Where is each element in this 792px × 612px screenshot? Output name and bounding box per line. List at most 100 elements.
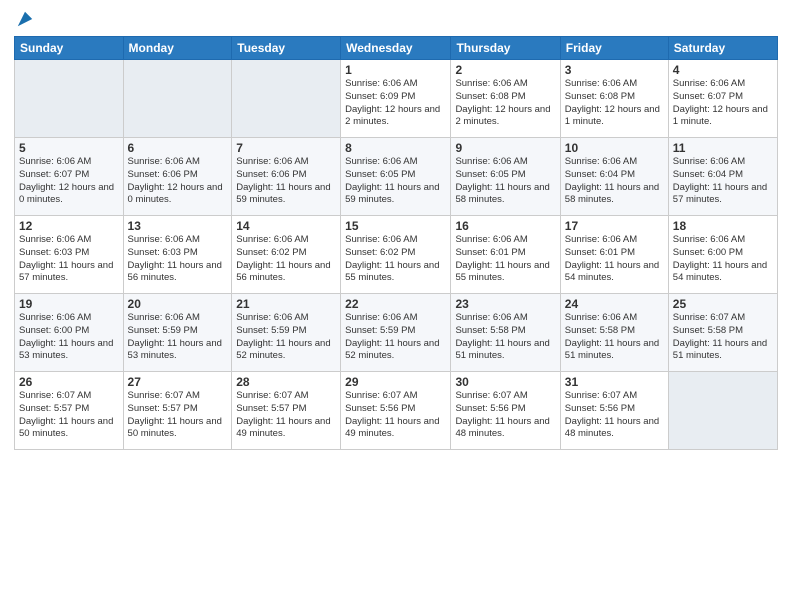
week-row-3: 19Sunrise: 6:06 AM Sunset: 6:00 PM Dayli… (15, 294, 778, 372)
day-cell: 20Sunrise: 6:06 AM Sunset: 5:59 PM Dayli… (123, 294, 232, 372)
day-cell: 6Sunrise: 6:06 AM Sunset: 6:06 PM Daylig… (123, 138, 232, 216)
day-info: Sunrise: 6:06 AM Sunset: 6:01 PM Dayligh… (455, 234, 555, 285)
day-number: 14 (236, 219, 336, 233)
day-number: 4 (673, 63, 773, 77)
day-info: Sunrise: 6:06 AM Sunset: 5:59 PM Dayligh… (128, 312, 228, 363)
day-info: Sunrise: 6:06 AM Sunset: 5:58 PM Dayligh… (565, 312, 664, 363)
day-cell: 17Sunrise: 6:06 AM Sunset: 6:01 PM Dayli… (560, 216, 668, 294)
day-cell: 31Sunrise: 6:07 AM Sunset: 5:56 PM Dayli… (560, 372, 668, 450)
day-cell: 23Sunrise: 6:06 AM Sunset: 5:58 PM Dayli… (451, 294, 560, 372)
day-number: 21 (236, 297, 336, 311)
day-cell: 7Sunrise: 6:06 AM Sunset: 6:06 PM Daylig… (232, 138, 341, 216)
weekday-header-tuesday: Tuesday (232, 37, 341, 60)
day-info: Sunrise: 6:06 AM Sunset: 6:02 PM Dayligh… (345, 234, 446, 285)
day-info: Sunrise: 6:06 AM Sunset: 6:00 PM Dayligh… (673, 234, 773, 285)
day-info: Sunrise: 6:06 AM Sunset: 6:07 PM Dayligh… (673, 78, 773, 129)
weekday-header-friday: Friday (560, 37, 668, 60)
weekday-header-wednesday: Wednesday (341, 37, 451, 60)
day-cell: 24Sunrise: 6:06 AM Sunset: 5:58 PM Dayli… (560, 294, 668, 372)
day-number: 6 (128, 141, 228, 155)
day-cell: 18Sunrise: 6:06 AM Sunset: 6:00 PM Dayli… (668, 216, 777, 294)
weekday-header-thursday: Thursday (451, 37, 560, 60)
day-number: 26 (19, 375, 119, 389)
day-info: Sunrise: 6:07 AM Sunset: 5:56 PM Dayligh… (345, 390, 446, 441)
day-cell: 19Sunrise: 6:06 AM Sunset: 6:00 PM Dayli… (15, 294, 124, 372)
day-cell: 5Sunrise: 6:06 AM Sunset: 6:07 PM Daylig… (15, 138, 124, 216)
day-cell (123, 60, 232, 138)
day-cell: 4Sunrise: 6:06 AM Sunset: 6:07 PM Daylig… (668, 60, 777, 138)
day-cell: 10Sunrise: 6:06 AM Sunset: 6:04 PM Dayli… (560, 138, 668, 216)
week-row-0: 1Sunrise: 6:06 AM Sunset: 6:09 PM Daylig… (15, 60, 778, 138)
day-info: Sunrise: 6:06 AM Sunset: 6:06 PM Dayligh… (236, 156, 336, 207)
day-info: Sunrise: 6:06 AM Sunset: 6:05 PM Dayligh… (455, 156, 555, 207)
day-number: 8 (345, 141, 446, 155)
day-number: 20 (128, 297, 228, 311)
day-cell: 8Sunrise: 6:06 AM Sunset: 6:05 PM Daylig… (341, 138, 451, 216)
day-number: 30 (455, 375, 555, 389)
day-info: Sunrise: 6:06 AM Sunset: 6:01 PM Dayligh… (565, 234, 664, 285)
day-cell (15, 60, 124, 138)
day-cell: 30Sunrise: 6:07 AM Sunset: 5:56 PM Dayli… (451, 372, 560, 450)
day-number: 1 (345, 63, 446, 77)
day-number: 28 (236, 375, 336, 389)
day-number: 15 (345, 219, 446, 233)
day-info: Sunrise: 6:07 AM Sunset: 5:57 PM Dayligh… (128, 390, 228, 441)
day-info: Sunrise: 6:06 AM Sunset: 6:09 PM Dayligh… (345, 78, 446, 129)
day-number: 2 (455, 63, 555, 77)
day-info: Sunrise: 6:07 AM Sunset: 5:56 PM Dayligh… (455, 390, 555, 441)
weekday-header-saturday: Saturday (668, 37, 777, 60)
day-cell: 12Sunrise: 6:06 AM Sunset: 6:03 PM Dayli… (15, 216, 124, 294)
day-number: 16 (455, 219, 555, 233)
day-cell: 14Sunrise: 6:06 AM Sunset: 6:02 PM Dayli… (232, 216, 341, 294)
day-info: Sunrise: 6:06 AM Sunset: 5:59 PM Dayligh… (345, 312, 446, 363)
day-cell: 22Sunrise: 6:06 AM Sunset: 5:59 PM Dayli… (341, 294, 451, 372)
day-cell: 15Sunrise: 6:06 AM Sunset: 6:02 PM Dayli… (341, 216, 451, 294)
day-cell: 2Sunrise: 6:06 AM Sunset: 6:08 PM Daylig… (451, 60, 560, 138)
logo-icon (16, 10, 34, 28)
day-cell: 13Sunrise: 6:06 AM Sunset: 6:03 PM Dayli… (123, 216, 232, 294)
day-number: 13 (128, 219, 228, 233)
day-cell: 9Sunrise: 6:06 AM Sunset: 6:05 PM Daylig… (451, 138, 560, 216)
day-info: Sunrise: 6:06 AM Sunset: 5:59 PM Dayligh… (236, 312, 336, 363)
day-number: 11 (673, 141, 773, 155)
day-info: Sunrise: 6:07 AM Sunset: 5:58 PM Dayligh… (673, 312, 773, 363)
day-number: 29 (345, 375, 446, 389)
day-number: 27 (128, 375, 228, 389)
weekday-header-monday: Monday (123, 37, 232, 60)
day-number: 25 (673, 297, 773, 311)
week-row-4: 26Sunrise: 6:07 AM Sunset: 5:57 PM Dayli… (15, 372, 778, 450)
day-number: 22 (345, 297, 446, 311)
weekday-header-sunday: Sunday (15, 37, 124, 60)
day-number: 5 (19, 141, 119, 155)
day-number: 24 (565, 297, 664, 311)
day-info: Sunrise: 6:06 AM Sunset: 6:04 PM Dayligh… (565, 156, 664, 207)
day-info: Sunrise: 6:06 AM Sunset: 6:00 PM Dayligh… (19, 312, 119, 363)
day-number: 12 (19, 219, 119, 233)
day-number: 10 (565, 141, 664, 155)
day-info: Sunrise: 6:06 AM Sunset: 5:58 PM Dayligh… (455, 312, 555, 363)
day-cell (668, 372, 777, 450)
day-cell: 3Sunrise: 6:06 AM Sunset: 6:08 PM Daylig… (560, 60, 668, 138)
day-info: Sunrise: 6:06 AM Sunset: 6:05 PM Dayligh… (345, 156, 446, 207)
day-info: Sunrise: 6:06 AM Sunset: 6:06 PM Dayligh… (128, 156, 228, 207)
day-info: Sunrise: 6:07 AM Sunset: 5:57 PM Dayligh… (19, 390, 119, 441)
day-number: 19 (19, 297, 119, 311)
day-number: 18 (673, 219, 773, 233)
day-number: 31 (565, 375, 664, 389)
day-info: Sunrise: 6:06 AM Sunset: 6:03 PM Dayligh… (19, 234, 119, 285)
day-info: Sunrise: 6:06 AM Sunset: 6:08 PM Dayligh… (455, 78, 555, 129)
day-cell: 28Sunrise: 6:07 AM Sunset: 5:57 PM Dayli… (232, 372, 341, 450)
day-info: Sunrise: 6:06 AM Sunset: 6:03 PM Dayligh… (128, 234, 228, 285)
calendar: SundayMondayTuesdayWednesdayThursdayFrid… (14, 36, 778, 450)
page: SundayMondayTuesdayWednesdayThursdayFrid… (0, 0, 792, 612)
day-cell (232, 60, 341, 138)
day-info: Sunrise: 6:07 AM Sunset: 5:57 PM Dayligh… (236, 390, 336, 441)
day-cell: 21Sunrise: 6:06 AM Sunset: 5:59 PM Dayli… (232, 294, 341, 372)
day-cell: 26Sunrise: 6:07 AM Sunset: 5:57 PM Dayli… (15, 372, 124, 450)
day-number: 7 (236, 141, 336, 155)
day-cell: 11Sunrise: 6:06 AM Sunset: 6:04 PM Dayli… (668, 138, 777, 216)
day-cell: 29Sunrise: 6:07 AM Sunset: 5:56 PM Dayli… (341, 372, 451, 450)
day-info: Sunrise: 6:06 AM Sunset: 6:02 PM Dayligh… (236, 234, 336, 285)
day-info: Sunrise: 6:06 AM Sunset: 6:08 PM Dayligh… (565, 78, 664, 129)
week-row-1: 5Sunrise: 6:06 AM Sunset: 6:07 PM Daylig… (15, 138, 778, 216)
